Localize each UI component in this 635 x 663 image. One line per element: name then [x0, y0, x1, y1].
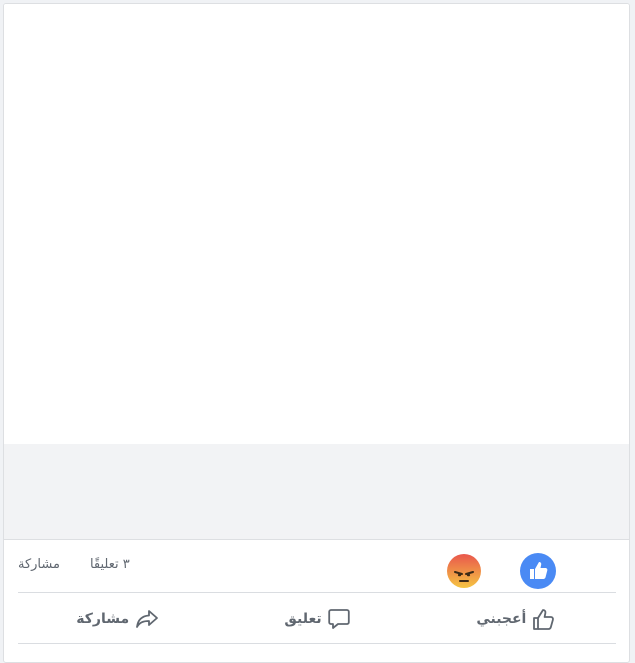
share-arrow-icon — [135, 608, 159, 630]
like-button-label: أعجبني — [476, 610, 527, 627]
post-card: ٣ تعليقًا مشاركة أعجبني تعليق مشاركة — [3, 3, 630, 663]
comment-bubble-icon — [327, 608, 350, 630]
share-button[interactable]: مشاركة — [18, 599, 217, 639]
post-media[interactable] — [4, 4, 629, 444]
comment-button-label: تعليق — [284, 610, 322, 627]
reaction-summary[interactable] — [446, 552, 616, 590]
link-preview[interactable] — [4, 444, 629, 540]
stats-text: ٣ تعليقًا مشاركة — [18, 557, 130, 572]
post-stats-bar: ٣ تعليقًا مشاركة — [18, 549, 616, 593]
share-button-label: مشاركة — [76, 610, 130, 627]
angry-reaction-icon — [446, 553, 482, 589]
like-button[interactable]: أعجبني — [417, 599, 616, 639]
comments-count-link[interactable]: ٣ تعليقًا — [90, 557, 130, 572]
comment-button[interactable]: تعليق — [217, 599, 416, 639]
shares-link[interactable]: مشاركة — [18, 557, 60, 572]
like-reaction-icon — [520, 553, 556, 589]
post-action-bar: أعجبني تعليق مشاركة — [18, 594, 616, 644]
thumbs-up-icon — [532, 608, 556, 630]
